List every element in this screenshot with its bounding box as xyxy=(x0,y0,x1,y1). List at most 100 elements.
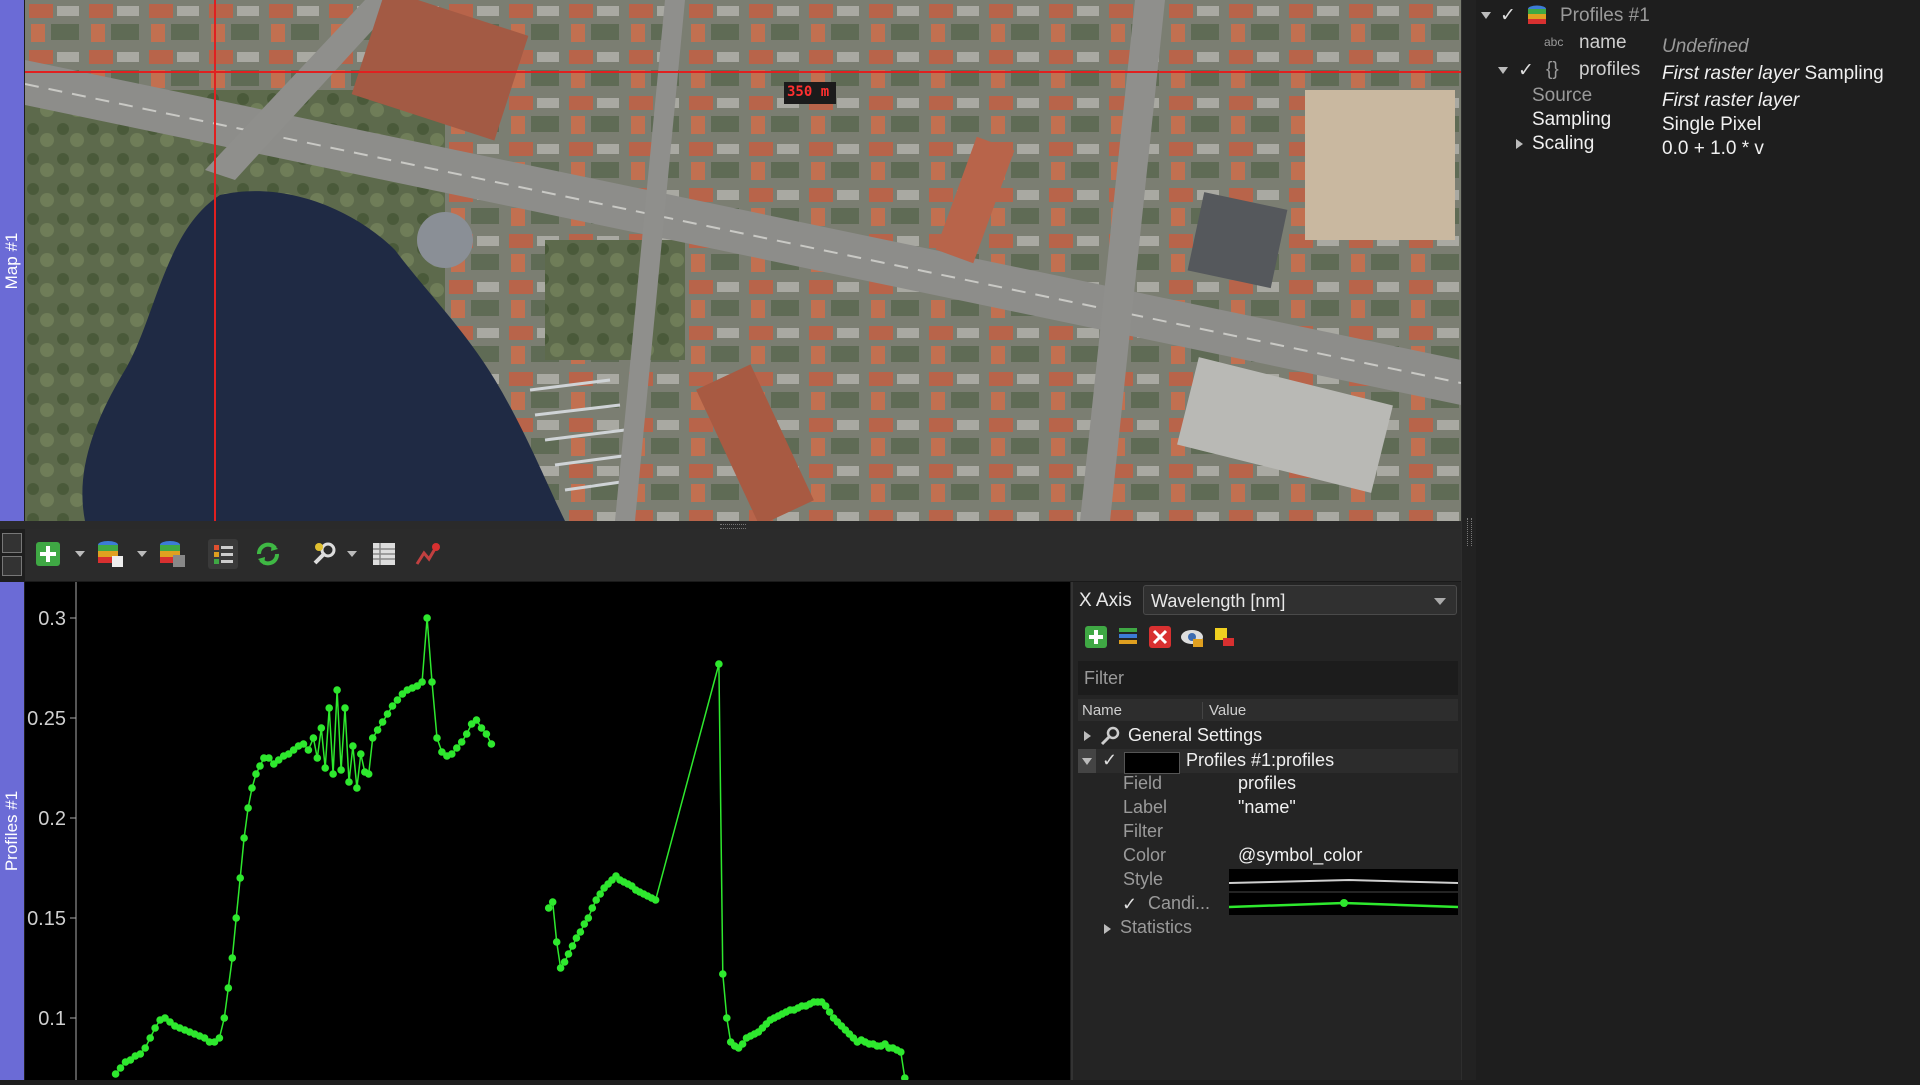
profiles-checkbox[interactable]: ✓ xyxy=(1518,59,1534,82)
profile-point xyxy=(317,724,326,732)
settings-filter-input[interactable]: Filter xyxy=(1078,661,1458,695)
profile-point xyxy=(341,704,349,712)
source-dropdown-chevron-icon[interactable] xyxy=(137,551,147,557)
profile-point xyxy=(353,784,361,792)
statistics-row[interactable]: Statistics xyxy=(1078,917,1458,941)
wrench-settings-icon[interactable] xyxy=(309,539,339,569)
profile-point xyxy=(560,958,569,966)
setting-row-filter[interactable]: Filter xyxy=(1078,821,1458,845)
refresh-icon[interactable] xyxy=(253,539,283,569)
profile-point xyxy=(111,1070,120,1078)
profile-point xyxy=(897,1048,905,1056)
setting-row-label[interactable]: Label "name" xyxy=(1078,797,1458,821)
setting-key: Field xyxy=(1123,773,1163,793)
profile-chart: 0.3 0.25 0.2 0.15 0.1 xyxy=(27,582,909,1082)
profile-point xyxy=(345,778,353,786)
settings-dropdown-chevron-icon[interactable] xyxy=(347,551,357,557)
tree-profiles-value[interactable]: First raster layer Sampling xyxy=(1662,63,1884,85)
profile-point xyxy=(224,984,233,992)
add-icon[interactable] xyxy=(33,539,63,569)
spectral-profile-plot[interactable]: 0.3 0.25 0.2 0.15 0.1 xyxy=(25,582,1070,1082)
map-dock-tab[interactable]: Map #1 xyxy=(0,0,24,521)
profile-point xyxy=(472,716,481,724)
profile-point xyxy=(448,750,456,758)
dock-close-icon[interactable] xyxy=(2,533,22,553)
x-axis-label: X Axis xyxy=(1079,590,1132,611)
general-settings-row[interactable]: General Settings xyxy=(1078,724,1458,748)
settings-table-header: Name Value xyxy=(1078,699,1458,721)
root-checkbox[interactable]: ✓ xyxy=(1500,4,1516,27)
style-preview xyxy=(1229,869,1458,891)
setting-row-field[interactable]: Field profiles xyxy=(1078,773,1458,797)
dock-splitter[interactable] xyxy=(1461,0,1477,1080)
profile-point xyxy=(309,734,318,742)
tree-scaling-value[interactable]: 0.0 + 1.0 * v xyxy=(1662,138,1764,160)
setting-row-style[interactable]: Style xyxy=(1078,869,1458,893)
profile-point xyxy=(265,754,273,762)
profile-point xyxy=(428,678,436,686)
profile-point xyxy=(552,938,561,946)
profile-point xyxy=(383,710,392,718)
profile-point xyxy=(568,942,577,950)
table-icon[interactable] xyxy=(369,539,399,569)
add-dropdown-chevron-icon[interactable] xyxy=(75,551,85,557)
col-value-header: Value xyxy=(1202,702,1246,719)
layer-visibility-checkbox[interactable]: ✓ xyxy=(1102,750,1117,771)
candidate-style-preview xyxy=(1229,893,1458,915)
tree-source-value[interactable]: First raster layer xyxy=(1662,90,1799,112)
general-settings-label: General Settings xyxy=(1128,725,1263,745)
collapse-arrow-icon[interactable] xyxy=(1082,758,1092,765)
add-layer-visualization-icon[interactable] xyxy=(1115,624,1141,650)
profile-point xyxy=(252,770,260,778)
profile-point xyxy=(719,970,727,978)
collapse-arrow-icon[interactable] xyxy=(1498,67,1508,74)
dock-float-icon[interactable] xyxy=(2,556,22,576)
expand-arrow-icon[interactable] xyxy=(1516,139,1523,149)
map-canvas[interactable]: 350 m xyxy=(25,0,1461,521)
setting-row-color[interactable]: Color @symbol_color xyxy=(1078,845,1458,869)
add-visualization-icon[interactable] xyxy=(1083,624,1109,650)
candidate-checkbox[interactable]: ✓ xyxy=(1122,894,1137,915)
add-profile-source-icon[interactable] xyxy=(95,539,125,569)
profile-point xyxy=(220,1014,229,1022)
tree-root-label[interactable]: Profiles #1 xyxy=(1560,5,1650,27)
profile-point xyxy=(453,744,461,752)
settings-list-icon[interactable] xyxy=(208,539,238,569)
profile-point xyxy=(299,740,308,748)
color-scheme-icon[interactable] xyxy=(1211,624,1237,650)
profile-point xyxy=(333,686,341,694)
profile-point xyxy=(248,784,256,792)
layer-stack-icon[interactable] xyxy=(157,539,187,569)
database-icon xyxy=(1528,5,1546,24)
profile-tool-icon[interactable] xyxy=(414,539,444,569)
profile-toolbar xyxy=(25,529,1461,582)
expand-arrow-icon[interactable] xyxy=(1104,924,1111,934)
expand-arrow-icon[interactable] xyxy=(1084,731,1091,741)
y-tick-label: 0.25 xyxy=(27,708,66,730)
profile-layer-label: Profiles #1:profiles xyxy=(1186,750,1335,770)
tree-source-key: Source xyxy=(1532,85,1593,106)
y-tick-label: 0.1 xyxy=(38,1008,66,1030)
profile-layer-row[interactable]: ✓ Profiles #1:profiles xyxy=(1078,749,1458,774)
tree-profiles-value-source: First raster layer xyxy=(1662,63,1800,84)
profile-point xyxy=(423,614,431,622)
tree-name-value[interactable]: Undefined xyxy=(1662,36,1749,58)
remove-icon[interactable] xyxy=(1147,624,1173,650)
tree-sampling-key: Sampling xyxy=(1532,109,1612,130)
setting-key: Color xyxy=(1123,845,1167,865)
profile-point xyxy=(349,742,357,750)
collapse-arrow-icon[interactable] xyxy=(1481,12,1491,19)
profile-point xyxy=(418,678,426,686)
profile-point xyxy=(151,1024,159,1032)
tree-sampling-value[interactable]: Single Pixel xyxy=(1662,114,1761,136)
tree-name-key: name xyxy=(1579,32,1627,53)
eye-icon[interactable] xyxy=(1179,624,1205,650)
x-axis-select[interactable]: Wavelength [nm] xyxy=(1143,585,1457,615)
profile-series-line[interactable] xyxy=(115,617,493,1075)
y-tick-label: 0.3 xyxy=(38,608,66,630)
braces-icon: {} xyxy=(1546,59,1559,80)
profile-point xyxy=(651,896,660,904)
profiles-dock-tab[interactable]: Profiles #1 xyxy=(0,582,24,1080)
profile-point xyxy=(240,834,248,842)
setting-row-candidate[interactable]: ✓ Candi... xyxy=(1078,893,1458,917)
